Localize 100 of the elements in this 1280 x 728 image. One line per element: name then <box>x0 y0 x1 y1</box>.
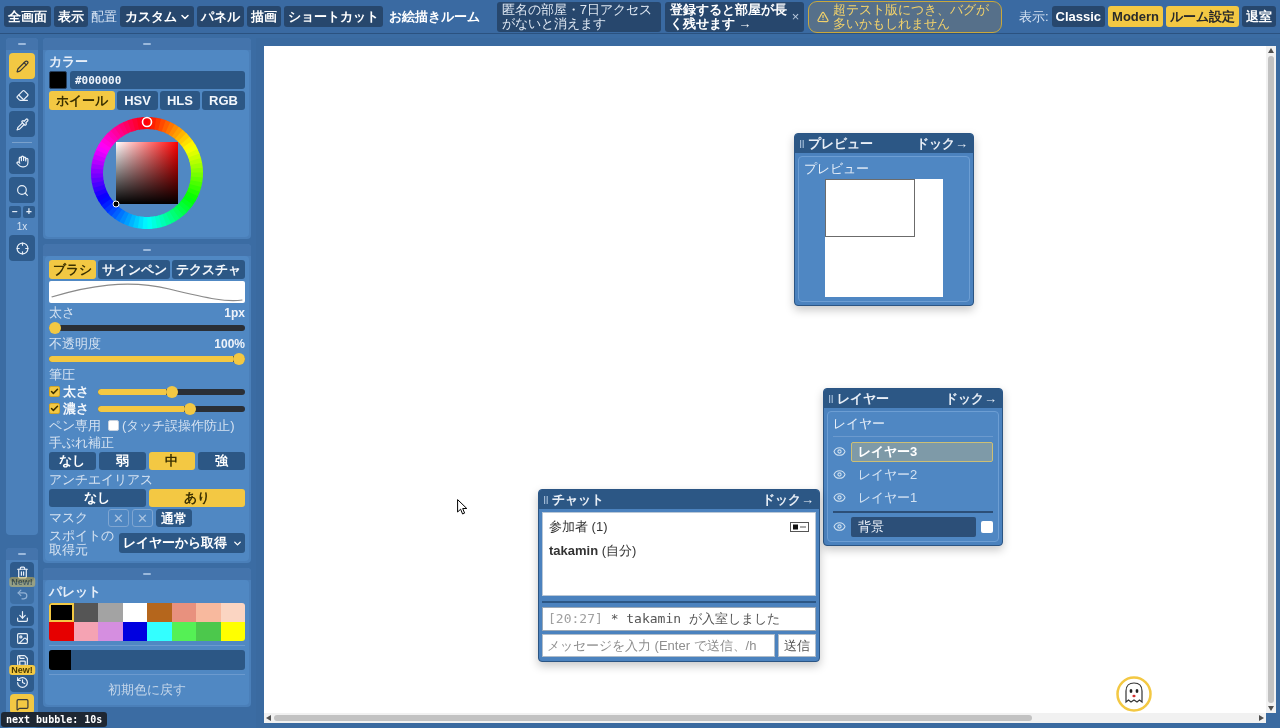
current-color-swatch[interactable] <box>49 650 71 670</box>
tool-button[interactable] <box>9 111 35 137</box>
stabilizer-option[interactable]: 弱 <box>98 452 146 470</box>
stabilizer-option[interactable]: なし <box>49 452 96 470</box>
palette-swatch[interactable] <box>98 622 123 641</box>
panel-title-bar[interactable]: プレビュー ドック→ <box>795 134 973 153</box>
room-settings-button[interactable]: ルーム設定 <box>1166 6 1239 27</box>
slider-thumb[interactable] <box>233 353 245 365</box>
brush-tab[interactable]: テクスチャ <box>172 260 245 279</box>
slider-track[interactable] <box>49 325 245 331</box>
palette-swatch[interactable] <box>147 603 172 622</box>
stabilizer-option[interactable]: 中 <box>148 452 196 470</box>
send-button[interactable]: 送信 <box>778 634 816 657</box>
canvas-preview-thumbnail[interactable] <box>825 179 943 297</box>
slider-thumb[interactable] <box>165 385 178 398</box>
background-layer-item[interactable]: 背景 <box>851 516 976 537</box>
palette-swatch[interactable] <box>196 622 221 641</box>
signup-link[interactable]: 登録すると部屋が長く残せます → <box>669 2 788 31</box>
slider-thumb[interactable] <box>184 402 197 415</box>
slider-thumb[interactable] <box>49 322 61 334</box>
palette-swatch[interactable] <box>73 622 98 641</box>
action-button[interactable] <box>10 606 34 626</box>
tool-button[interactable] <box>9 82 35 108</box>
slider-track[interactable] <box>98 388 245 395</box>
palette-swatch[interactable] <box>147 622 172 641</box>
layout-select[interactable]: カスタム <box>120 6 194 27</box>
panel-title-bar[interactable]: レイヤー ドック→ <box>824 389 1002 408</box>
palette-swatch[interactable] <box>171 622 196 641</box>
vertical-scrollbar[interactable] <box>1266 46 1276 713</box>
tool-button[interactable] <box>9 235 35 261</box>
palette-swatch[interactable] <box>73 603 98 622</box>
color-mode-tab[interactable]: HSV <box>117 91 158 110</box>
message-input[interactable]: メッセージを入力 (Enter で送信、/h <box>542 634 775 657</box>
checkbox[interactable] <box>108 420 119 431</box>
eyedropper-source-select[interactable]: レイヤーから取得 <box>119 533 245 553</box>
color-mode-tab[interactable]: ホイール <box>49 91 116 110</box>
palette-swatch[interactable] <box>122 622 147 641</box>
view-mode-button[interactable]: Classic <box>1051 6 1106 27</box>
panel-handle[interactable] <box>6 548 38 560</box>
panel-handle[interactable] <box>43 38 251 50</box>
view-mode-button[interactable]: Modern <box>1108 6 1163 27</box>
drawing-canvas[interactable]: プレビュー ドック→ プレビュー レイヤー ドック→ レイヤー レイヤー3 レイヤー2 レイヤー1 背景 チャット ドック→ 参加者 (1) takamin (自分) [20:27] * takamin が入室しました メッセージを入力 (Enter で送信、/h 送信 <box>264 46 1266 713</box>
close-button[interactable]: × <box>791 10 800 23</box>
toolbar-button[interactable]: 描画 <box>247 6 281 27</box>
palette-swatch[interactable] <box>98 603 123 622</box>
palette-swatch[interactable] <box>171 603 196 622</box>
scrollbar-thumb[interactable] <box>274 715 1033 721</box>
eye-icon[interactable] <box>833 491 846 504</box>
palette-swatch[interactable] <box>196 603 221 622</box>
antialias-option[interactable]: あり <box>148 489 245 507</box>
panel-title-bar[interactable]: チャット ドック→ <box>539 490 819 509</box>
color-mode-tab[interactable]: RGB <box>202 91 245 110</box>
eye-icon[interactable] <box>833 520 846 533</box>
leave-button[interactable]: 退室 <box>1242 6 1276 27</box>
color-swatch-icon[interactable] <box>981 520 993 533</box>
scroll-up-icon[interactable] <box>1268 48 1274 53</box>
panel-handle[interactable] <box>43 244 251 256</box>
toolbar-button[interactable]: ショートカット <box>284 6 383 27</box>
current-color-swatch[interactable] <box>49 71 67 89</box>
brush-tab[interactable]: サインペン <box>97 260 171 279</box>
palette-swatch[interactable] <box>220 603 245 622</box>
tool-button[interactable] <box>9 177 35 203</box>
tool-button[interactable] <box>9 53 35 79</box>
slider-track[interactable] <box>98 405 245 412</box>
toolbar-button[interactable]: 表示 <box>54 6 88 27</box>
action-button[interactable] <box>10 694 34 714</box>
view-toggle-icon[interactable] <box>790 522 809 532</box>
palette-swatch[interactable] <box>49 603 74 622</box>
eye-icon[interactable] <box>833 468 846 481</box>
palette-swatch[interactable] <box>49 622 74 641</box>
tool-button[interactable] <box>9 148 35 174</box>
mask-button[interactable]: 通常 <box>155 509 192 527</box>
zoom-out-button[interactable]: − <box>9 206 21 218</box>
scroll-right-icon[interactable] <box>1259 715 1264 721</box>
ghost-icon[interactable] <box>1116 676 1152 712</box>
panel-handle[interactable] <box>43 568 251 580</box>
checkbox[interactable] <box>49 403 60 414</box>
scrollbar-thumb[interactable] <box>1268 56 1274 703</box>
antialias-option[interactable]: なし <box>49 489 146 507</box>
scroll-left-icon[interactable] <box>266 715 271 721</box>
action-button[interactable] <box>10 628 34 648</box>
palette-swatch[interactable] <box>122 603 147 622</box>
scroll-down-icon[interactable] <box>1268 706 1274 711</box>
horizontal-scrollbar[interactable] <box>264 713 1266 723</box>
eye-icon[interactable] <box>833 445 846 458</box>
panel-handle[interactable] <box>6 38 38 50</box>
brush-tab[interactable]: ブラシ <box>49 260 96 279</box>
dock-button[interactable]: ドック→ <box>945 389 997 408</box>
checkbox[interactable] <box>49 386 60 397</box>
palette-swatch[interactable] <box>220 622 245 641</box>
zoom-in-button[interactable]: + <box>23 206 35 218</box>
toolbar-button[interactable]: 全画面 <box>4 6 51 27</box>
dock-button[interactable]: ドック→ <box>916 134 968 153</box>
toolbar-button[interactable]: パネル <box>197 6 244 27</box>
stabilizer-option[interactable]: 強 <box>198 452 245 470</box>
color-mode-tab[interactable]: HLS <box>159 91 200 110</box>
hex-field[interactable]: #000000 <box>70 71 245 89</box>
dock-button[interactable]: ドック→ <box>762 490 814 509</box>
pen-only-label: ペン専用 <box>49 418 102 433</box>
color-wheel[interactable] <box>89 115 205 231</box>
